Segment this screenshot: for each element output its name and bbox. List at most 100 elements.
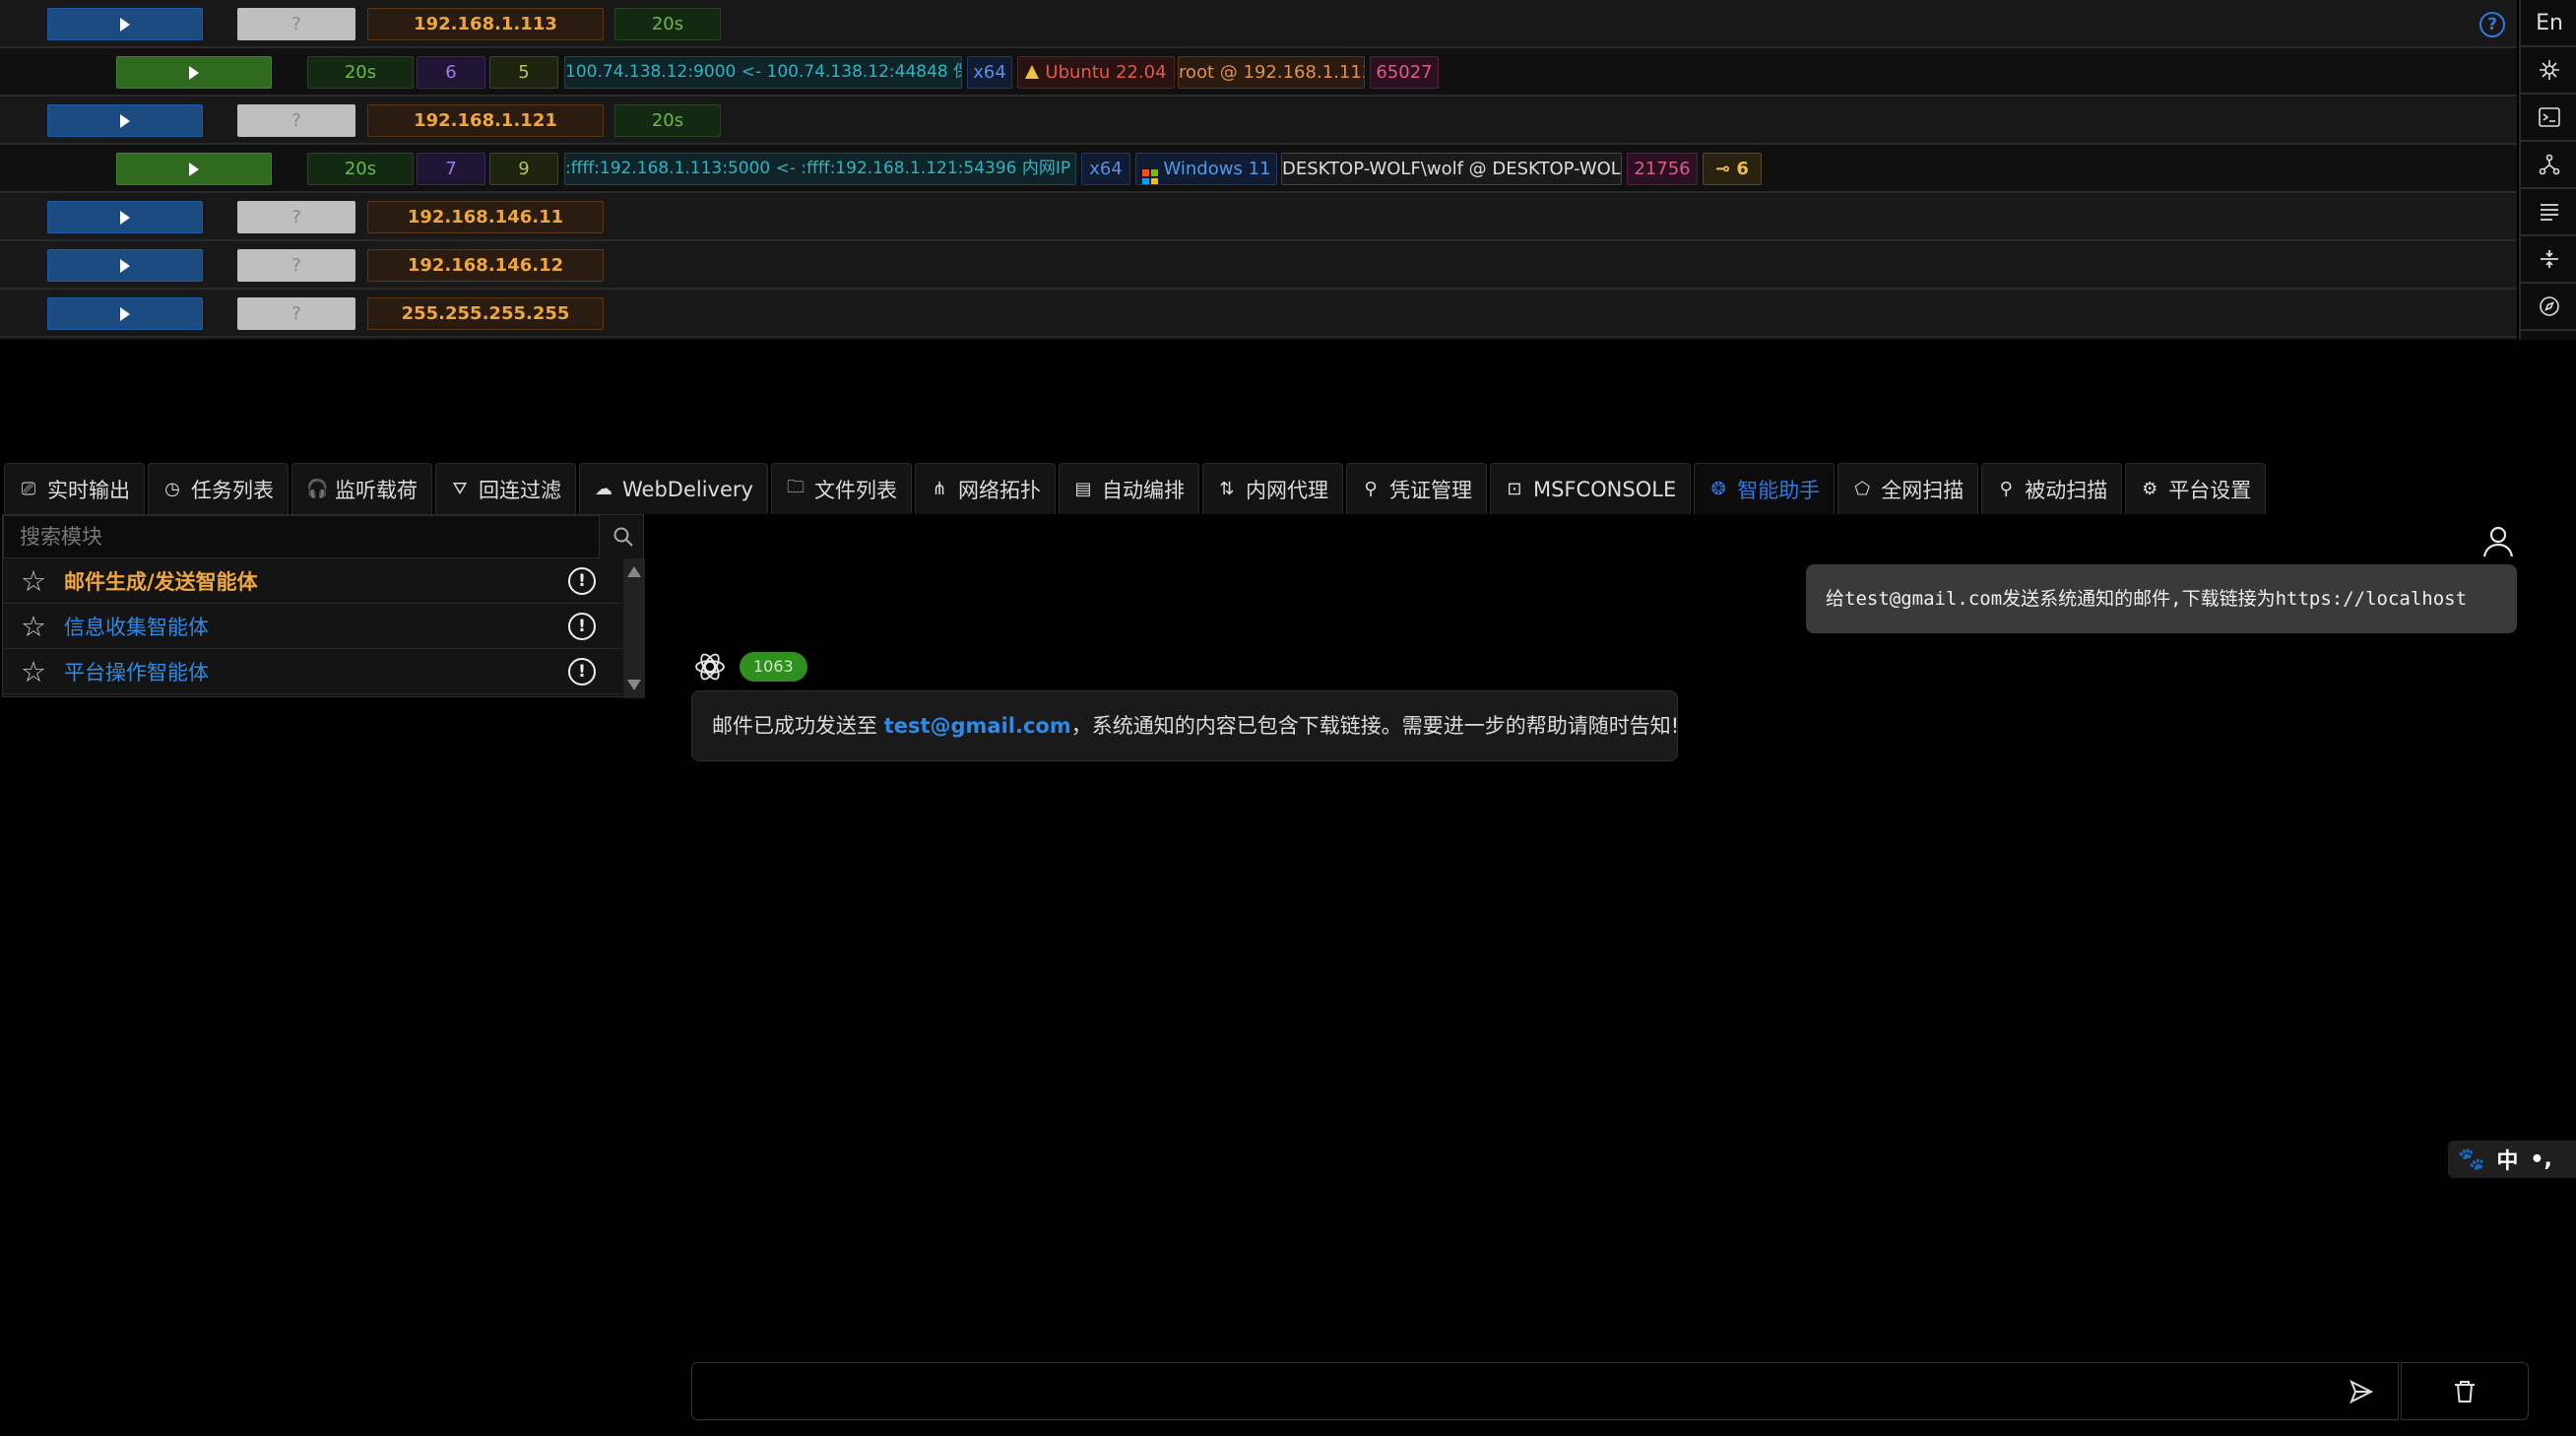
expand-host-button[interactable] — [47, 104, 203, 137]
session-row[interactable]: 20s 6 5 100.74.138.12:9000 <- 100.74.138… — [0, 48, 2517, 97]
token-count-badge: 1063 — [740, 652, 807, 682]
info-icon[interactable]: ! — [568, 566, 596, 595]
email-link[interactable]: test@gmail.com — [884, 714, 1071, 738]
tab-file-list[interactable]: 🗀 文件列表 — [770, 463, 912, 514]
tab-bar: ⎚ 实时输出 ◷ 任务列表 🎧 监听载荷 ⛛ 回连过滤 ☁ WebDelivery 🗀 文件… — [4, 463, 2267, 514]
list-icon[interactable] — [2521, 189, 2576, 236]
tab-passive-scan[interactable]: ⚲ 被动扫描 — [1981, 463, 2123, 514]
host-row[interactable]: ? 192.168.146.12 — [0, 241, 2517, 290]
tab-platform-settings[interactable]: ⚙ 平台设置 — [2125, 463, 2267, 514]
chat-input[interactable] — [691, 1362, 2399, 1420]
language-toggle-button[interactable]: En — [2521, 0, 2576, 47]
help-icon[interactable]: ? — [2479, 12, 2505, 37]
session-grid: ? 192.168.1.113 20s 20s 6 5 100.74.138.1… — [0, 0, 2517, 340]
tab-msfconsole[interactable]: ⊡ MSFCONSOLE — [1489, 463, 1692, 514]
tab-label: 智能助手 — [1737, 478, 1821, 502]
scroll-up-icon[interactable] — [627, 566, 641, 577]
cloud-icon: ☁ — [595, 479, 612, 499]
session-heartbeat: 20s — [307, 153, 414, 185]
session-connection: 100.74.138.12:9000 <- 100.74.138.12:4484… — [564, 56, 962, 89]
search-button[interactable] — [602, 515, 645, 558]
scroll-down-icon[interactable] — [627, 680, 641, 690]
tab-full-scan[interactable]: ⬠ 全网扫描 — [1837, 463, 1979, 514]
expand-session-button[interactable] — [116, 153, 272, 185]
ai-assistant-icon[interactable] — [2521, 47, 2576, 95]
module-panel: ☆ 邮件生成/发送智能体 ! ☆ 信息收集智能体 ! ☆ 平台操作智能体 ! — [2, 514, 645, 698]
linux-icon — [1025, 65, 1040, 79]
host-row[interactable]: ? 192.168.1.121 20s — [0, 97, 2517, 145]
host-unknown-badge: ? — [237, 8, 355, 40]
tab-webdelivery[interactable]: ☁ WebDelivery — [579, 463, 768, 514]
host-row[interactable]: ? 255.255.255.255 — [0, 290, 2517, 338]
tab-label: 文件列表 — [813, 478, 897, 502]
session-counter-b: 5 — [489, 56, 558, 89]
session-pid: 21756 — [1627, 153, 1698, 185]
assistant-message-text: ，系统通知的内容已包含下载链接。需要进一步的帮助请随时告知! — [1070, 714, 1680, 738]
host-ip[interactable]: 192.168.1.113 — [367, 8, 604, 40]
host-ip[interactable]: 255.255.255.255 — [367, 297, 604, 330]
tab-callback-filter[interactable]: ⛛ 回连过滤 — [435, 463, 576, 514]
session-user: root @ 192.168.1.113 — [1178, 56, 1365, 89]
expand-host-button[interactable] — [47, 8, 203, 40]
module-item[interactable]: ☆ 平台操作智能体 ! — [3, 649, 621, 694]
tab-label: 实时输出 — [47, 478, 130, 502]
expand-host-button[interactable] — [47, 201, 203, 233]
star-icon[interactable]: ☆ — [3, 610, 64, 643]
tab-ai-assistant[interactable]: ❂ 智能助手 — [1694, 463, 1835, 514]
tab-task-list[interactable]: ◷ 任务列表 — [148, 463, 289, 514]
paw-icon[interactable]: 🐾 — [2458, 1147, 2484, 1172]
module-search-input[interactable] — [3, 515, 600, 558]
ime-language[interactable]: 中 — [2496, 1143, 2518, 1175]
play-icon — [120, 18, 130, 32]
host-ip[interactable]: 192.168.146.12 — [367, 249, 604, 282]
star-icon[interactable]: ☆ — [3, 564, 64, 598]
compass-icon[interactable] — [2521, 284, 2576, 331]
clear-chat-button[interactable] — [2401, 1362, 2529, 1420]
tab-network-topology[interactable]: ⋔ 网络拓扑 — [914, 463, 1056, 514]
host-row[interactable]: ? 192.168.146.11 — [0, 193, 2517, 241]
host-row[interactable]: ? 192.168.1.113 20s — [0, 0, 2517, 48]
session-os-label: Windows 11 — [1163, 159, 1271, 179]
session-connection: :ffff:192.168.1.113:5000 <- :ffff:192.16… — [564, 153, 1076, 185]
terminal-icon: ⊡ — [1507, 479, 1522, 499]
output-icon: ⎚ — [21, 479, 36, 499]
module-item[interactable]: ☆ 邮件生成/发送智能体 ! — [3, 558, 621, 604]
topology-icon[interactable] — [2521, 142, 2576, 189]
tab-label: 回连过滤 — [479, 478, 561, 502]
ai-assistant-icon — [695, 653, 725, 681]
host-unknown-badge: ? — [237, 104, 355, 137]
session-row[interactable]: 20s 7 9 :ffff:192.168.1.113:5000 <- :fff… — [0, 145, 2517, 193]
module-label: 平台操作智能体 — [64, 660, 209, 685]
info-icon[interactable]: ! — [568, 657, 596, 685]
folder-icon: 🗀 — [786, 476, 805, 497]
host-ip[interactable]: 192.168.1.121 — [367, 104, 604, 137]
ime-toolbar[interactable]: 🐾 中 •, — [2448, 1141, 2576, 1178]
ime-punctuation[interactable]: •, — [2530, 1147, 2551, 1172]
play-icon — [120, 307, 130, 321]
expand-session-button[interactable] — [116, 56, 272, 89]
tab-credentials[interactable]: ⚲ 凭证管理 — [1345, 463, 1487, 514]
tab-automation[interactable]: ▤ 自动编排 — [1058, 463, 1199, 514]
module-label: 邮件生成/发送智能体 — [64, 569, 258, 594]
info-icon[interactable]: ! — [568, 612, 596, 640]
play-icon — [120, 114, 130, 128]
send-button[interactable] — [2342, 1373, 2381, 1410]
play-icon — [189, 163, 199, 176]
star-icon[interactable]: ☆ — [3, 655, 64, 688]
expand-host-button[interactable] — [47, 297, 203, 330]
expand-host-button[interactable] — [47, 249, 203, 282]
split-icon[interactable] — [2521, 236, 2576, 284]
tab-label: 平台设置 — [2168, 478, 2252, 502]
terminal-icon[interactable] — [2521, 95, 2576, 142]
host-heartbeat: 20s — [614, 8, 721, 40]
module-item[interactable]: ☆ 信息收集智能体 ! — [3, 604, 621, 649]
tab-listeners[interactable]: 🎧 监听载荷 — [291, 463, 432, 514]
host-ip[interactable]: 192.168.146.11 — [367, 201, 604, 233]
tab-intranet-proxy[interactable]: ⇅ 内网代理 — [1201, 463, 1343, 514]
right-toolbar: En — [2519, 0, 2576, 340]
tab-label: 自动编排 — [1101, 478, 1185, 502]
key-icon: ⊸ — [1715, 159, 1737, 179]
module-scrollbar[interactable] — [623, 558, 645, 698]
tab-label: 内网代理 — [1245, 478, 1328, 502]
tab-realtime-output[interactable]: ⎚ 实时输出 — [4, 463, 145, 514]
